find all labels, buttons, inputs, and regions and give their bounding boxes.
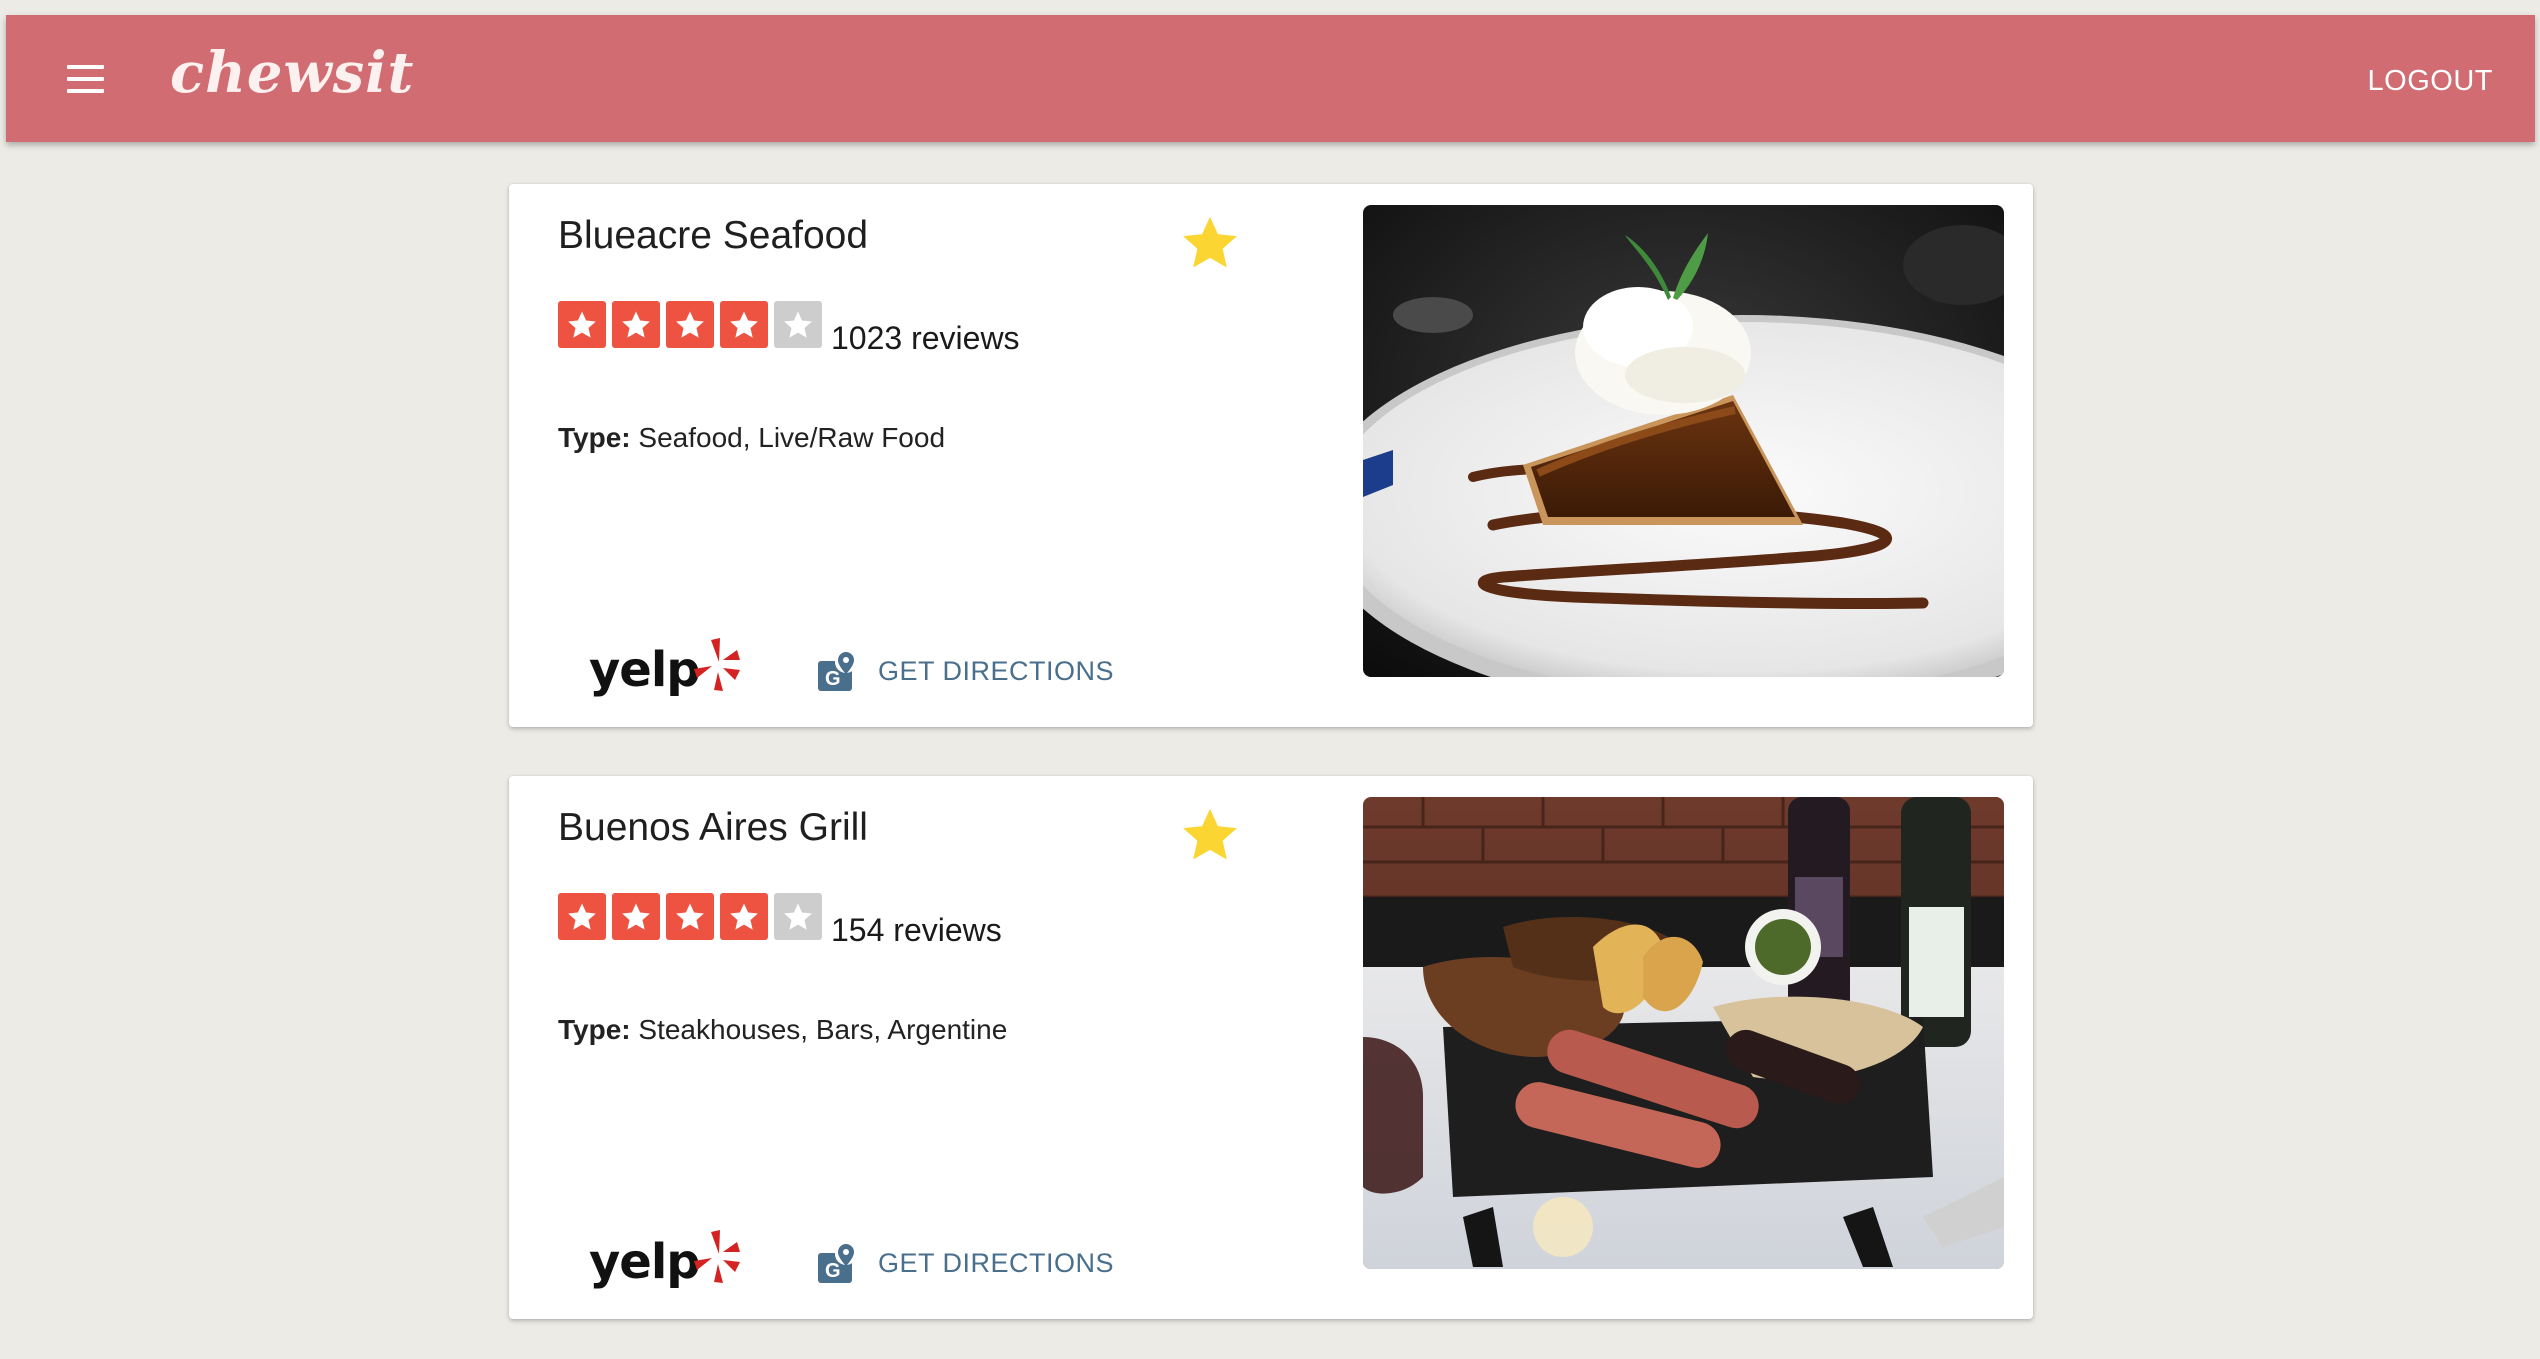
get-directions-label: GET DIRECTIONS <box>878 655 1115 686</box>
restaurant-name: Blueacre Seafood <box>558 214 869 257</box>
star-rating <box>558 301 822 348</box>
yelp-logo[interactable]: yelp <box>589 1228 744 1300</box>
rating-star-icon <box>720 301 768 348</box>
type-value: Seafood, Live/Raw Food <box>638 422 946 453</box>
rating-star-icon <box>666 301 714 348</box>
get-directions-label: GET DIRECTIONS <box>878 1247 1115 1278</box>
review-count: 154 reviews <box>831 912 1002 948</box>
app-bar: chewsit LOGOUT <box>6 15 2535 142</box>
star-rating <box>558 893 822 940</box>
yelp-logo-text: yelp <box>589 1234 701 1290</box>
logout-button[interactable]: LOGOUT <box>2356 55 2505 107</box>
restaurant-photo[interactable] <box>1363 797 2004 1269</box>
yelp-burst-icon <box>694 638 740 691</box>
rating-star-empty-icon <box>774 301 822 348</box>
favorite-star-icon[interactable] <box>1177 210 1243 276</box>
restaurant-type: Type: Steakhouses, Bars, Argentine <box>558 1014 1007 1046</box>
rating-star-icon <box>558 301 606 348</box>
restaurant-photo[interactable] <box>1363 205 2004 677</box>
restaurant-card: Blueacre Seafood 1023 reviews Type: Seaf… <box>509 184 2033 727</box>
restaurant-name: Buenos Aires Grill <box>558 806 868 849</box>
svg-text:G: G <box>825 1260 841 1282</box>
rating-star-icon <box>720 893 768 940</box>
yelp-burst-icon <box>694 1230 740 1283</box>
get-directions-button[interactable]: G GET DIRECTIONS <box>816 646 1114 696</box>
rating-star-icon <box>666 893 714 940</box>
map-pin-icon: G <box>816 649 858 693</box>
restaurant-card: Buenos Aires Grill 154 reviews Type: Ste… <box>509 776 2033 1319</box>
rating-star-icon <box>558 893 606 940</box>
rating-star-empty-icon <box>774 893 822 940</box>
favorite-star-icon[interactable] <box>1177 802 1243 868</box>
app-logo[interactable]: chewsit <box>170 45 414 101</box>
map-pin-icon: G <box>816 1241 858 1285</box>
svg-text:G: G <box>825 668 841 690</box>
rating-star-icon <box>612 301 660 348</box>
type-value: Steakhouses, Bars, Argentine <box>638 1014 1008 1045</box>
review-count: 1023 reviews <box>831 320 1020 356</box>
restaurant-type: Type: Seafood, Live/Raw Food <box>558 422 945 454</box>
type-label: Type: <box>558 1014 631 1045</box>
type-label: Type: <box>558 422 631 453</box>
hamburger-menu-icon[interactable] <box>56 61 114 97</box>
get-directions-button[interactable]: G GET DIRECTIONS <box>816 1238 1114 1288</box>
yelp-logo-text: yelp <box>589 642 701 698</box>
yelp-logo[interactable]: yelp <box>589 636 744 708</box>
rating-star-icon <box>612 893 660 940</box>
